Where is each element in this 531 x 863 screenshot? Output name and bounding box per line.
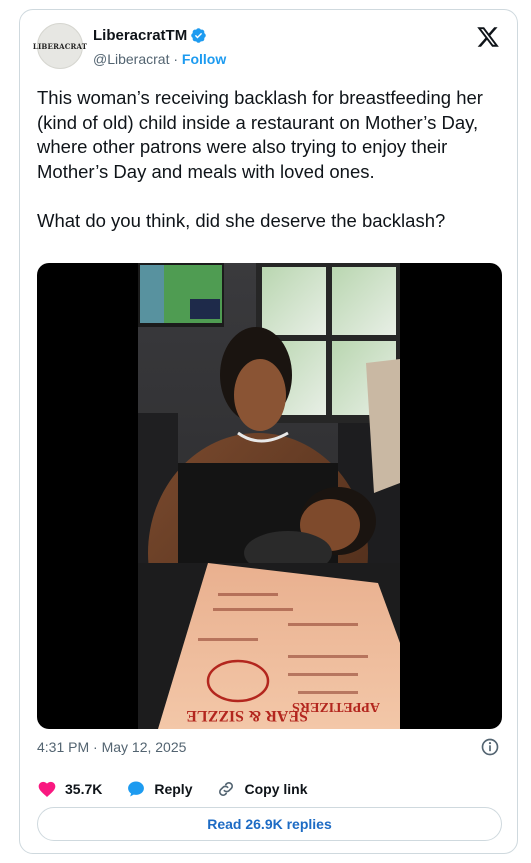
menu-text-sear-sizzle: SEAR & SIZZLE xyxy=(186,707,308,724)
author-handle[interactable]: @Liberacrat xyxy=(93,51,169,67)
display-name-text[interactable]: LiberacratTM xyxy=(93,27,187,44)
handle-row: @Liberacrat · Follow xyxy=(93,51,226,67)
video-still-image: SEAR & SIZZLE APPETIZERS xyxy=(138,263,400,729)
tweet-video[interactable]: SEAR & SIZZLE APPETIZERS xyxy=(37,263,502,729)
menu-text-appetizers: APPETIZERS xyxy=(292,699,380,714)
heart-icon xyxy=(38,781,56,797)
x-logo-icon[interactable] xyxy=(476,25,500,49)
avatar[interactable]: LIBERACRAT xyxy=(33,23,87,69)
reply-bubble-icon xyxy=(128,781,145,797)
like-count: 35.7K xyxy=(65,781,103,797)
follow-button[interactable]: Follow xyxy=(182,51,226,67)
info-icon[interactable] xyxy=(480,737,500,757)
reply-button[interactable]: Reply xyxy=(126,779,192,799)
reply-label: Reply xyxy=(154,781,193,797)
tweet-timestamp[interactable]: 4:31 PM · May 12, 2025 xyxy=(37,739,186,755)
copy-link-label: Copy link xyxy=(244,781,308,797)
handle-separator: · xyxy=(173,51,179,67)
read-replies-button[interactable]: Read 26.9K replies xyxy=(37,807,502,841)
like-button[interactable]: 35.7K xyxy=(37,779,102,799)
verified-badge-icon xyxy=(191,28,206,43)
video-frame[interactable]: SEAR & SIZZLE APPETIZERS xyxy=(138,263,400,729)
link-icon xyxy=(219,782,234,796)
tweet-text: This woman’s receiving backlash for brea… xyxy=(37,87,483,231)
author-display-name[interactable]: LiberacratTM xyxy=(93,27,207,44)
action-bar: 35.7K Reply Copy link xyxy=(37,779,332,799)
tweet-card: LIBERACRAT LiberacratTM @Liberacrat · Fo… xyxy=(19,9,518,854)
copy-link-button[interactable]: Copy link xyxy=(216,779,308,799)
avatar-logo-text: LIBERACRAT xyxy=(32,41,88,51)
